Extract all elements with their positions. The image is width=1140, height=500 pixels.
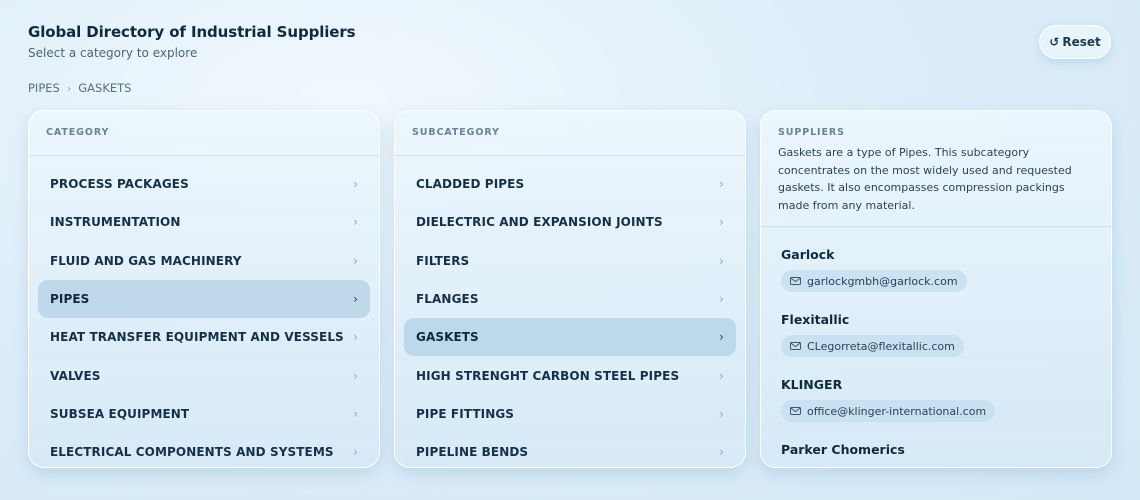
subcategory-header: SUBCATEGORY bbox=[395, 111, 745, 156]
supplier-list: Garlock garlockgmbh@garlock.com Flexital… bbox=[761, 227, 1111, 457]
email-chip[interactable]: office@klinger-international.com bbox=[781, 400, 996, 422]
supplier-name: Garlock bbox=[781, 247, 835, 262]
category-item[interactable]: INSTRUMENTATION › bbox=[38, 203, 370, 241]
suppliers-description: Gaskets are a type of Pipes. This subcat… bbox=[778, 146, 1072, 212]
email-address: garlockgmbh@garlock.com bbox=[807, 274, 958, 288]
chevron-right-icon: › bbox=[719, 292, 724, 307]
chevron-right-icon: › bbox=[353, 292, 358, 307]
subcategory-item-label: PIPE FITTINGS bbox=[416, 406, 515, 421]
subcategory-item[interactable]: FILTERS › bbox=[404, 242, 736, 280]
subcategory-list: CLADDED PIPES › DIELECTRIC AND EXPANSION … bbox=[395, 156, 745, 467]
category-item[interactable]: HEAT TRANSFER EQUIPMENT AND VESSELS › bbox=[38, 318, 370, 356]
email-chip[interactable]: garlockgmbh@garlock.com bbox=[781, 270, 967, 292]
suppliers-panel: SUPPLIERS Gaskets are a type of Pipes. T… bbox=[760, 110, 1112, 468]
page-subtitle: Select a category to explore bbox=[28, 46, 198, 60]
category-header: CATEGORY bbox=[29, 111, 379, 156]
subcategory-item-selected[interactable]: GASKETS › bbox=[404, 318, 736, 357]
chevron-right-icon: › bbox=[353, 215, 358, 230]
subcategory-item[interactable]: HIGH STRENGHT CARBON STEEL PIPES › bbox=[404, 356, 736, 394]
reset-button[interactable]: ↺ Reset bbox=[1039, 25, 1111, 59]
mail-icon bbox=[790, 342, 801, 350]
breadcrumb-separator: › bbox=[66, 81, 72, 95]
subcategory-panel: SUBCATEGORY CLADDED PIPES › DIELECTRIC AN… bbox=[394, 110, 746, 468]
chevron-right-icon: › bbox=[353, 253, 358, 268]
chevron-right-icon: › bbox=[719, 177, 724, 192]
subcategory-item-label: FLANGES bbox=[416, 292, 479, 307]
category-item[interactable]: ELECTRICAL COMPONENTS AND SYSTEMS › bbox=[38, 433, 370, 467]
breadcrumb-item-gaskets[interactable]: GASKETS bbox=[78, 81, 131, 95]
subcategory-item[interactable]: PIPE FITTINGS › bbox=[404, 395, 736, 433]
category-item-label: SUBSEA EQUIPMENT bbox=[50, 406, 190, 421]
category-item[interactable]: FLUID AND GAS MACHINERY › bbox=[38, 242, 370, 280]
chevron-right-icon: › bbox=[719, 406, 724, 421]
category-item[interactable]: VALVES › bbox=[38, 356, 370, 394]
supplier-name: Parker Chomerics bbox=[781, 442, 905, 457]
subcategory-item-label: GASKETS bbox=[416, 330, 479, 345]
chevron-right-icon: › bbox=[353, 406, 358, 421]
category-item-label: ELECTRICAL COMPONENTS AND SYSTEMS bbox=[50, 445, 334, 460]
subcategory-item[interactable]: PIPELINE BENDS › bbox=[404, 433, 736, 467]
subcategory-item-label: DIELECTRIC AND EXPANSION JOINTS bbox=[416, 215, 663, 230]
subcategory-item[interactable]: DIELECTRIC AND EXPANSION JOINTS › bbox=[404, 203, 736, 241]
mail-icon bbox=[790, 277, 801, 285]
chevron-right-icon: › bbox=[719, 253, 724, 268]
breadcrumb-item-pipes[interactable]: PIPES bbox=[28, 81, 60, 95]
chevron-right-icon: › bbox=[719, 215, 724, 230]
supplier-card: Flexitallic CLegorreta@flexitallic.com bbox=[781, 312, 1091, 357]
category-item-selected[interactable]: PIPES › bbox=[38, 279, 370, 319]
email-chip[interactable]: CLegorreta@flexitallic.com bbox=[781, 335, 964, 357]
supplier-card: Parker Chomerics bbox=[781, 442, 1091, 457]
subcategory-item-label: FILTERS bbox=[416, 253, 470, 268]
subcategory-item[interactable]: FLANGES › bbox=[404, 280, 736, 318]
chevron-right-icon: › bbox=[719, 368, 724, 383]
supplier-name: Flexitallic bbox=[781, 312, 850, 327]
suppliers-header: SUPPLIERS Gaskets are a type of Pipes. T… bbox=[761, 111, 1111, 227]
category-panel: CATEGORY PROCESS PACKAGES › INSTRUMENTATI… bbox=[28, 110, 380, 468]
email-address: office@klinger-international.com bbox=[807, 404, 987, 418]
category-item[interactable]: SUBSEA EQUIPMENT › bbox=[38, 395, 370, 433]
subcategory-item-label: HIGH STRENGHT CARBON STEEL PIPES bbox=[416, 368, 680, 383]
page-title: Global Directory of Industrial Suppliers bbox=[28, 23, 356, 41]
chevron-right-icon: › bbox=[353, 177, 358, 192]
reset-icon: ↺ bbox=[1049, 35, 1060, 49]
supplier-name: KLINGER bbox=[781, 377, 843, 392]
subcategory-item[interactable]: CLADDED PIPES › bbox=[404, 165, 736, 203]
category-item-label: VALVES bbox=[50, 368, 101, 383]
category-item-label: INSTRUMENTATION bbox=[50, 215, 181, 230]
supplier-card: KLINGER office@klinger-international.com bbox=[781, 377, 1091, 422]
chevron-right-icon: › bbox=[719, 445, 724, 460]
reset-label: Reset bbox=[1062, 35, 1101, 49]
category-item[interactable]: PROCESS PACKAGES › bbox=[38, 165, 370, 203]
suppliers-title: SUPPLIERS bbox=[778, 127, 845, 138]
chevron-right-icon: › bbox=[719, 330, 724, 345]
category-item-label: PIPES bbox=[50, 292, 90, 307]
supplier-card: Garlock garlockgmbh@garlock.com bbox=[781, 247, 1091, 292]
category-item-label: FLUID AND GAS MACHINERY bbox=[50, 253, 242, 268]
subcategory-item-label: CLADDED PIPES bbox=[416, 177, 525, 192]
email-address: CLegorreta@flexitallic.com bbox=[807, 339, 955, 353]
chevron-right-icon: › bbox=[353, 330, 358, 345]
subcategory-item-label: PIPELINE BENDS bbox=[416, 445, 529, 460]
mail-icon bbox=[790, 407, 801, 415]
chevron-right-icon: › bbox=[353, 445, 358, 460]
chevron-right-icon: › bbox=[353, 368, 358, 383]
category-item-label: PROCESS PACKAGES bbox=[50, 177, 189, 192]
category-item-label: HEAT TRANSFER EQUIPMENT AND VESSELS bbox=[50, 330, 344, 345]
breadcrumb: PIPES › GASKETS bbox=[28, 81, 131, 95]
category-list: PROCESS PACKAGES › INSTRUMENTATION › FLUID… bbox=[29, 156, 379, 467]
